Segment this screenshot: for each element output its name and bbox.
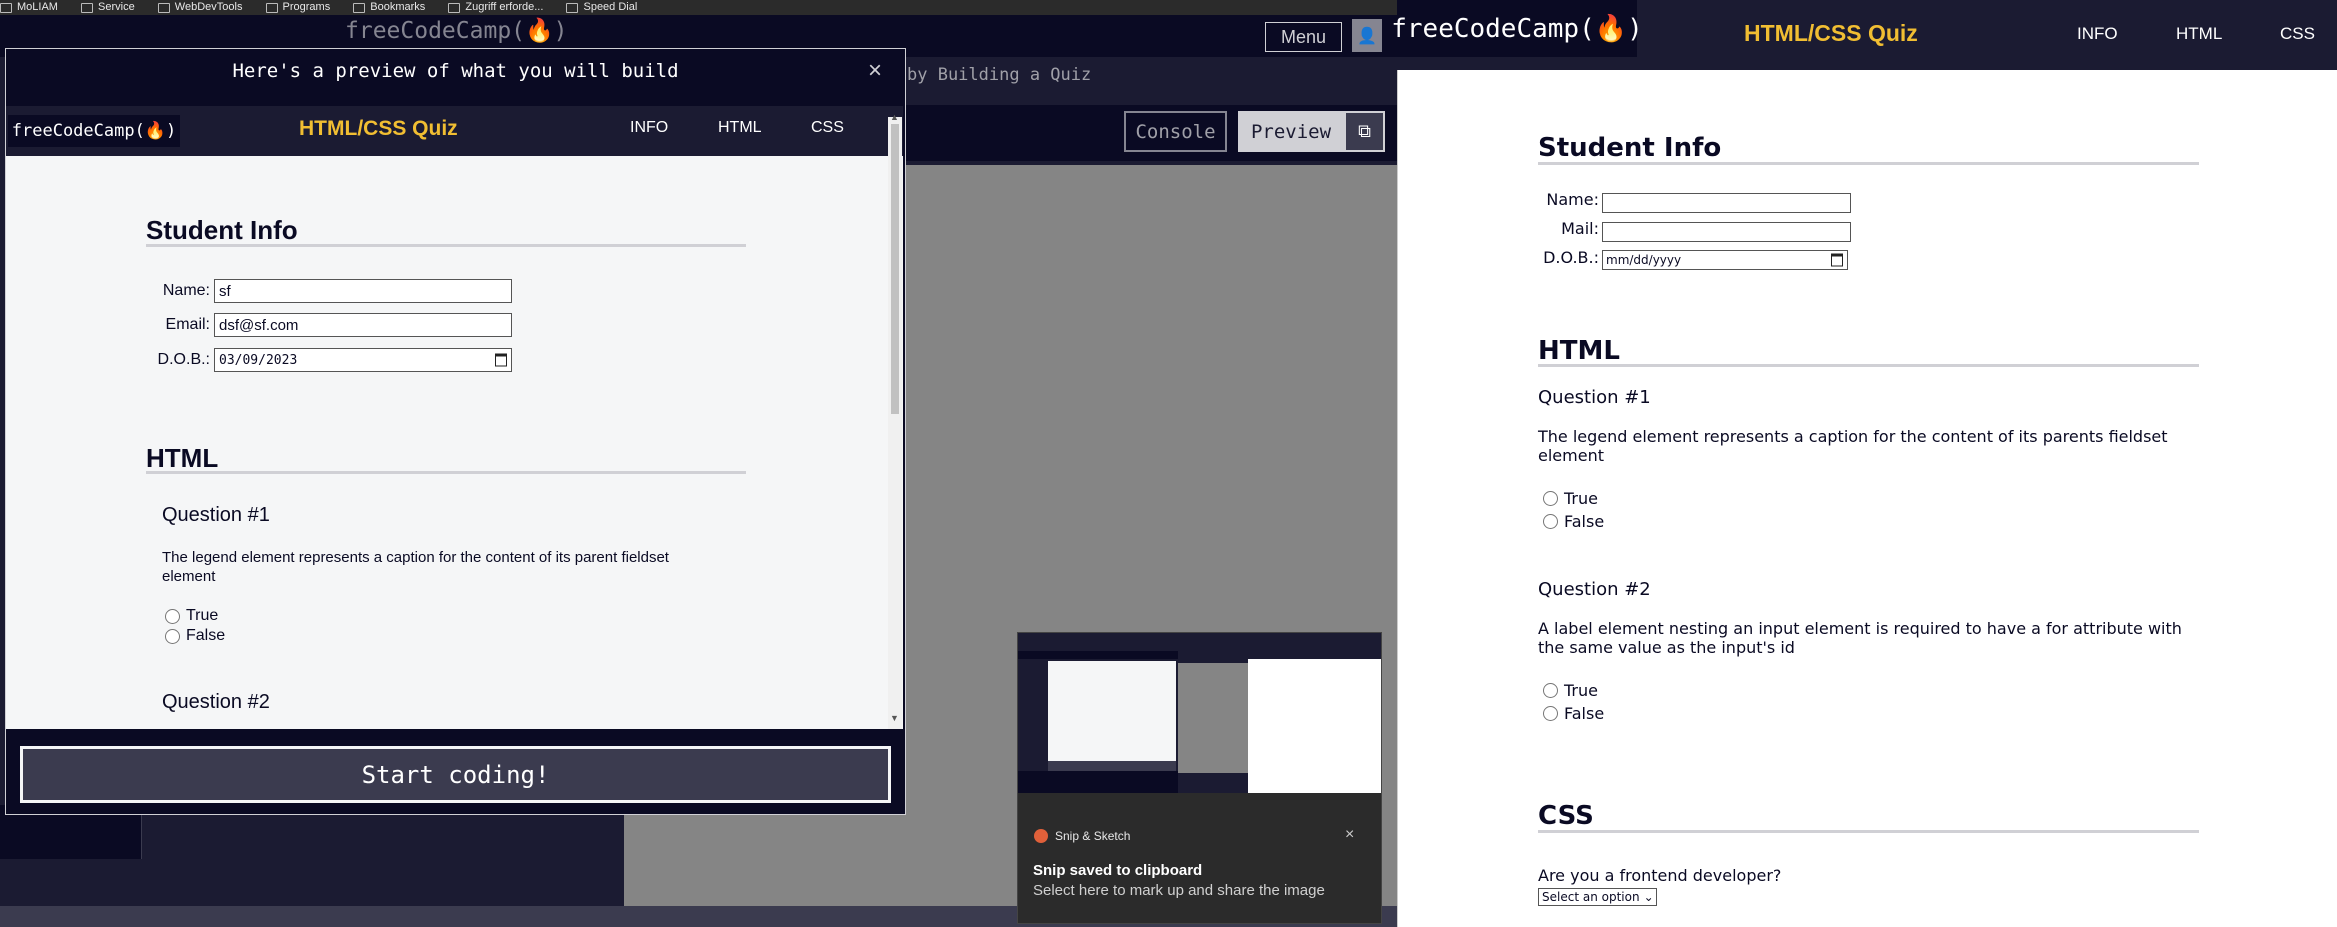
bookmark-item[interactable]: Speed Dial: [566, 0, 637, 15]
bookmark-item[interactable]: Zugriff erforde...: [448, 0, 543, 15]
html-heading: HTML: [1538, 336, 1620, 366]
toast-subtitle[interactable]: Select here to mark up and share the ima…: [1033, 882, 1325, 899]
site-icon: [448, 2, 461, 13]
scroll-up-icon[interactable]: ▲: [890, 112, 899, 122]
bookmark-item[interactable]: Programs: [265, 0, 330, 15]
question-1-title: Question #1: [162, 504, 270, 526]
snip-thumbnail-image: [1018, 633, 1381, 793]
radio-button[interactable]: [1543, 683, 1558, 698]
live-nav-css[interactable]: CSS: [2280, 24, 2315, 44]
html-heading: HTML: [146, 443, 219, 473]
scrollbar-thumb[interactable]: [891, 124, 899, 414]
radio-button[interactable]: [165, 628, 180, 644]
divider: [1538, 830, 2199, 833]
q1-true-option[interactable]: True: [1543, 489, 1598, 508]
q2-true-option[interactable]: True: [1543, 681, 1598, 700]
q2-false-option[interactable]: False: [1543, 704, 1604, 723]
folder-icon: [265, 2, 278, 13]
modal-title: Here's a preview of what you will build: [232, 60, 679, 82]
dob-label: D.O.B.:: [157, 351, 210, 368]
radio-button[interactable]: [1543, 491, 1558, 506]
start-coding-button[interactable]: Start coding!: [20, 746, 891, 803]
avatar[interactable]: 👤: [1352, 19, 1382, 52]
toast-title: Snip saved to clipboard: [1033, 862, 1203, 879]
email-input[interactable]: dsf@sf.com: [214, 313, 512, 337]
chevron-down-icon: ⌄: [1643, 890, 1654, 904]
user-icon: 👤: [1357, 27, 1377, 45]
question-1-text: The legend element represents a caption …: [162, 549, 669, 585]
popout-icon: ⧉: [1358, 121, 1371, 141]
dob-input[interactable]: 03/09/2023: [214, 348, 512, 372]
q1-false-option[interactable]: False: [1543, 512, 1604, 531]
folder-icon: [157, 2, 170, 13]
scroll-down-icon[interactable]: ▼: [890, 713, 899, 723]
calendar-icon[interactable]: [495, 353, 507, 367]
name-label: Name:: [1546, 190, 1599, 209]
bookmarks-bar: MoLIAM Service WebDevTools Programs Book…: [0, 0, 1397, 15]
dob-label: D.O.B.:: [1543, 248, 1599, 267]
preview-nav-css[interactable]: CSS: [811, 119, 844, 137]
frontend-select[interactable]: Select an option ⌄: [1538, 888, 1657, 906]
mail-label: Mail:: [1561, 219, 1599, 238]
preview-logo[interactable]: freeCodeCamp(🔥): [8, 115, 180, 147]
preview-nav-html[interactable]: HTML: [718, 119, 762, 137]
email-label: Email:: [165, 316, 210, 333]
q1-true-option[interactable]: True: [165, 607, 218, 625]
name-input[interactable]: sf: [214, 279, 512, 303]
folder-icon: [81, 2, 94, 13]
preview-quiz-title: HTML/CSS Quiz: [299, 117, 458, 140]
divider: [1538, 162, 2199, 165]
dob-input[interactable]: mm/dd/yyyy: [1602, 250, 1848, 270]
mail-input[interactable]: [1602, 222, 1851, 242]
question-1-text: The legend element represents a caption …: [1538, 427, 2168, 465]
divider: [1538, 364, 2199, 367]
popout-button[interactable]: ⧉: [1344, 111, 1385, 152]
live-logo[interactable]: freeCodeCamp(🔥): [1391, 0, 1643, 57]
radio-button[interactable]: [165, 608, 180, 624]
question-1-title: Question #1: [1538, 387, 1651, 408]
calendar-icon[interactable]: [1831, 253, 1843, 267]
snip-thumbnail[interactable]: [1018, 633, 1381, 793]
question-2-title: Question #2: [1538, 579, 1651, 600]
question-2-text: A label element nesting an input element…: [1538, 619, 2182, 657]
live-nav-html[interactable]: HTML: [2176, 24, 2222, 44]
css-heading: CSS: [1538, 801, 1594, 831]
menu-button[interactable]: Menu: [1265, 22, 1342, 52]
bookmark-item[interactable]: WebDevTools: [157, 0, 242, 15]
close-icon[interactable]: ×: [868, 57, 882, 85]
speed-dial-icon: [566, 2, 579, 13]
bookmark-item[interactable]: Bookmarks: [353, 0, 425, 15]
question-3-text: Are you a frontend developer?: [1538, 866, 1782, 885]
bookmark-item[interactable]: Service: [81, 0, 135, 15]
preview-nav-info[interactable]: INFO: [630, 119, 668, 137]
divider: [146, 471, 746, 474]
name-input[interactable]: [1602, 193, 1851, 213]
bookmark-item[interactable]: MoLIAM: [0, 0, 58, 15]
radio-button[interactable]: [1543, 706, 1558, 721]
student-info-heading: Student Info: [1538, 133, 1722, 163]
student-info-heading: Student Info: [146, 215, 298, 245]
live-quiz-title: HTML/CSS Quiz: [1744, 20, 1918, 46]
modal-preview-frame: [6, 106, 903, 729]
live-nav-info[interactable]: INFO: [2077, 24, 2118, 44]
q1-false-option[interactable]: False: [165, 627, 225, 645]
toast-app-name: Snip & Sketch: [1055, 829, 1131, 843]
close-icon[interactable]: ×: [1345, 826, 1354, 844]
preview-button[interactable]: Preview: [1238, 111, 1344, 152]
folder-icon: [353, 2, 366, 13]
folder-icon: [0, 2, 12, 13]
question-2-title: Question #2: [162, 691, 270, 713]
radio-button[interactable]: [1543, 514, 1558, 529]
snip-sketch-icon: [1034, 829, 1048, 843]
console-button[interactable]: Console: [1124, 111, 1227, 152]
editor-brand[interactable]: freeCodeCamp(🔥): [345, 17, 568, 44]
name-label: Name:: [162, 282, 210, 299]
breadcrumb-text[interactable]: by Building a Quiz: [907, 65, 1091, 85]
divider: [146, 244, 746, 247]
